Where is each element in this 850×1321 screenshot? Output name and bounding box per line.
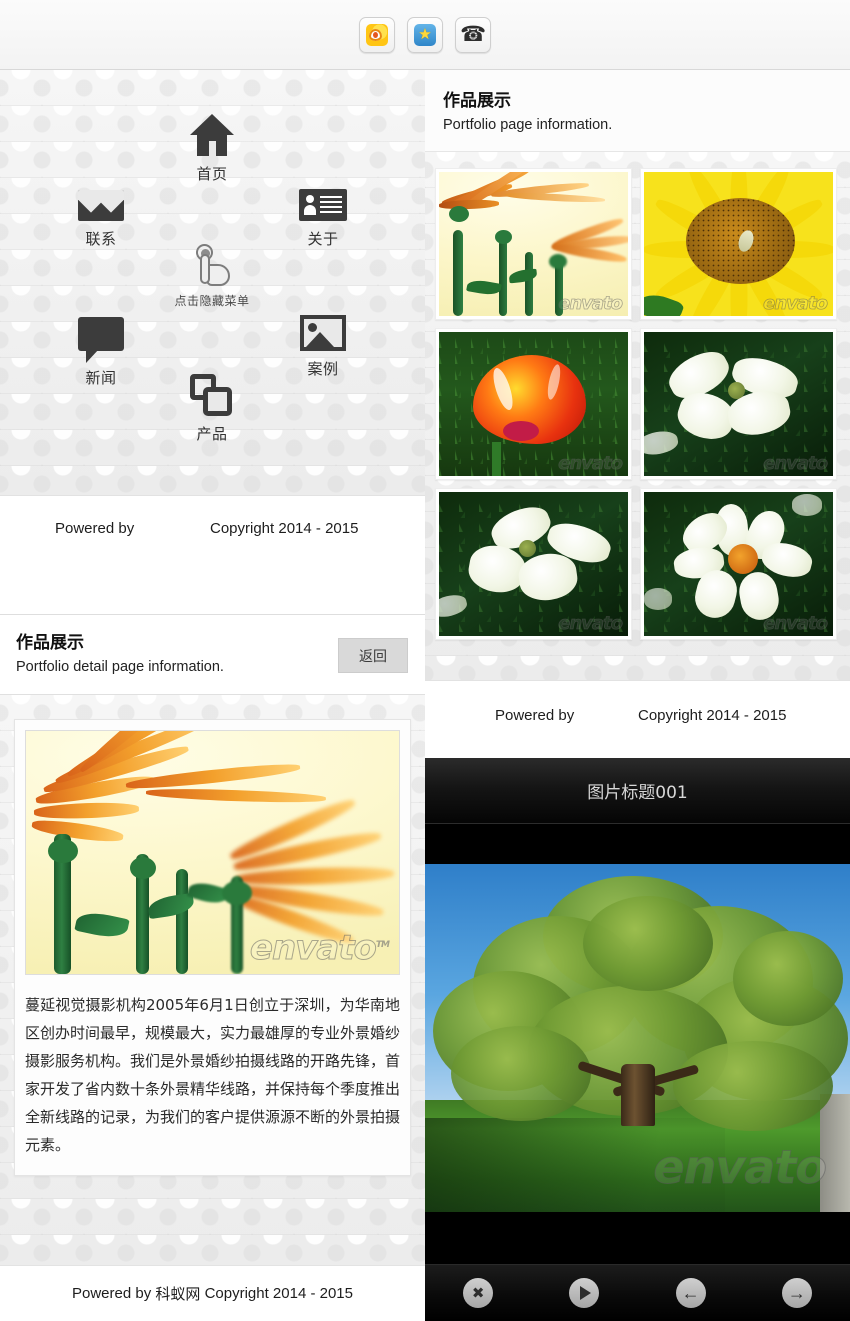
daisy-thumb-artwork [439,172,628,316]
sunflower-thumb-artwork [644,172,833,316]
detail-photo[interactable]: envato [25,730,400,975]
dogwood-thumb-artwork-2 [439,492,628,636]
detail-body-text: 蔓延视觉摄影机构2005年6月1日创立于深圳，为华南地区创办时间最早，规模最大，… [25,996,401,1154]
close-icon: ✖ [471,1284,485,1302]
menu-item-news[interactable]: 新闻 [46,305,156,388]
play-button[interactable] [569,1278,600,1308]
left-footer: Powered by Copyright 2014 - 2015 [0,495,425,615]
thumbnail-item[interactable]: envato [640,488,837,640]
phone-button[interactable]: ☎ [455,16,491,53]
id-card-icon [268,175,378,221]
powered-by-text: Powered by [55,520,135,537]
copyright-text: Copyright 2014 - 2015 [638,707,787,724]
thumbnail-item[interactable]: envato [435,168,632,320]
lightbox-image[interactable]: envato [425,864,850,1264]
thumbnail-item[interactable]: envato [640,168,837,320]
layers-icon [157,370,267,416]
dogwood-thumb-artwork [644,332,833,476]
left-column: 首页 联系 关于 点击隐藏菜单 新闻 案例 产品 Powered by Copy… [0,70,425,1321]
menu-label-toggle: 点击隐藏菜单 [174,294,250,308]
portfolio-header: 作品展示 Portfolio page information. [425,70,850,152]
portfolio-gallery: envato [425,152,850,680]
menu-label-case: 案例 [307,360,339,378]
bottom-credit-prefix: Powered by [71,1285,152,1302]
menu-label-product: 产品 [196,425,228,443]
menu-item-about[interactable]: 关于 [268,175,378,249]
lightbox-controls: ✖ ← → [425,1264,850,1321]
star-icon [414,23,436,46]
menu-label-news: 新闻 [85,369,117,387]
menu-label-home: 首页 [196,165,228,183]
lightbox-title: 图片标题001 [425,758,850,824]
tree-trunk [621,1064,655,1126]
detail-card: envato 蔓延视觉摄影机构2005年6月1日创立于深圳，为华南地区创办时间最… [14,719,411,1176]
phone-icon: ☎ [459,23,487,46]
weibo-icon [366,23,388,46]
bottom-credit: Powered by 科蚁网 Copyright 2014 - 2015 [0,1265,425,1321]
copyright-text: Copyright 2014 - 2015 [210,520,359,537]
tulip-thumb-artwork [439,332,628,476]
thumbnail-item[interactable]: envato [640,328,837,480]
arrow-left-icon: ← [681,1283,700,1303]
weibo-button[interactable] [359,16,395,53]
menu-item-toggle[interactable]: 点击隐藏菜单 [157,242,267,309]
menu-label-contact: 联系 [85,230,117,248]
portfolio-subtitle: Portfolio page information. [443,117,613,133]
social-toolbar: ☎ [0,0,850,70]
radial-icon-menu: 首页 联系 关于 点击隐藏菜单 新闻 案例 产品 [0,70,425,495]
next-button[interactable]: → [781,1278,812,1308]
mail-icon [46,175,156,221]
prev-button[interactable]: ← [675,1278,706,1308]
right-column: 作品展示 Portfolio page information. Powered… [425,70,850,1321]
close-button[interactable]: ✖ [463,1278,494,1308]
detail-title: 作品展示 [16,633,84,653]
detail-subtitle: Portfolio detail page information. [16,659,224,675]
bottom-credit-suffix: Copyright 2014 - 2015 [204,1285,353,1302]
powered-by-text: Powered by [495,707,575,724]
favorite-button[interactable] [407,16,443,53]
image-icon [268,305,378,351]
daisy-artwork [26,731,399,974]
menu-item-case[interactable]: 案例 [268,305,378,379]
thumbnail-item[interactable]: envato [435,328,632,480]
menu-item-contact[interactable]: 联系 [46,175,156,249]
right-footer: Powered by Copyright 2014 - 2015 [425,680,850,758]
detail-header: 作品展示 Portfolio detail page information. … [0,615,425,695]
menu-item-product[interactable]: 产品 [157,370,267,444]
mobile-site-preview: ☎ 首页 联系 关于 点击 [0,0,850,1321]
white-flower-thumb-artwork [644,492,833,636]
thumbnail-item[interactable]: envato [435,488,632,640]
tap-hand-icon [157,242,267,288]
lightbox-spacer [425,824,850,864]
arrow-right-icon: → [787,1283,806,1303]
home-icon [157,110,267,156]
portfolio-title: 作品展示 [443,91,511,111]
back-button[interactable]: 返回 [338,638,408,673]
lightbox-viewer: 图片标题001 ✖ ← → [425,758,850,1321]
menu-item-home[interactable]: 首页 [157,110,267,184]
speech-bubble-icon [46,305,156,363]
bottom-credit-site[interactable]: 科蚁网 [155,1283,200,1304]
play-icon [580,1286,592,1300]
menu-label-about: 关于 [307,230,339,248]
detail-body: envato 蔓延视觉摄影机构2005年6月1日创立于深圳，为华南地区创办时间最… [0,695,425,1265]
